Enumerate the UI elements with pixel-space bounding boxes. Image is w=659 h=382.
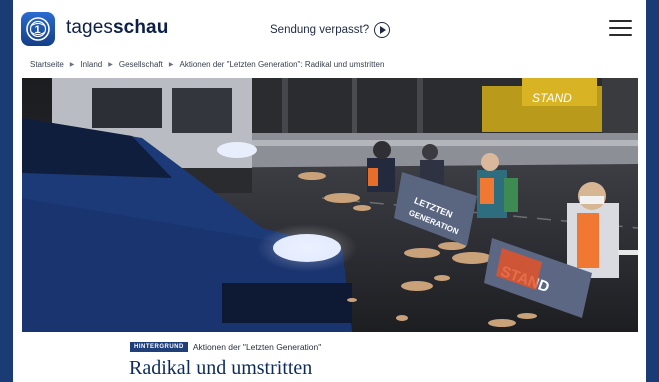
hero-image[interactable]: STAND LETZTEN GENERATION [22, 78, 638, 332]
breadcrumb-item-current: Aktionen der "Letzten Generation": Radik… [179, 60, 385, 69]
svg-text:1: 1 [35, 24, 41, 36]
breadcrumb-item-home[interactable]: Startseite [30, 60, 64, 69]
breadcrumb-arrow-icon: ▶ [168, 62, 174, 68]
site-header: 1 tagesschau Sendung verpasst? [13, 0, 646, 56]
brand-wordmark[interactable]: tagesschau [66, 17, 168, 39]
svg-text:STAND: STAND [532, 91, 572, 105]
page-frame: 1 tagesschau Sendung verpasst? Startseit… [13, 0, 646, 382]
brand-bold-text: schau [112, 17, 169, 38]
breadcrumb-arrow-icon: ▶ [108, 62, 113, 68]
category-badge: HINTERGRUND [130, 342, 188, 352]
hamburger-menu-icon[interactable] [609, 20, 633, 38]
tagesschau-logo-icon[interactable]: 1 [21, 12, 55, 46]
brand-light-text: tages [66, 17, 113, 38]
play-circle-icon [374, 22, 391, 38]
missed-broadcast-label: Sendung verpasst? [270, 24, 370, 36]
breadcrumb-item-inland[interactable]: Inland [80, 60, 102, 69]
breadcrumb: Startseite ▶ Inland ▶ Gesellschaft ▶ Akt… [30, 60, 384, 69]
article-headline: Radikal und umstritten [129, 357, 313, 379]
article-kicker: Aktionen der "Letzten Generation" [192, 342, 322, 352]
breadcrumb-item-gesellschaft[interactable]: Gesellschaft [119, 60, 163, 69]
breadcrumb-arrow-icon: ▶ [69, 62, 75, 68]
article-meta: HINTERGRUND Aktionen der "Letzten Genera… [130, 342, 321, 352]
missed-broadcast-link[interactable]: Sendung verpasst? [270, 22, 391, 38]
